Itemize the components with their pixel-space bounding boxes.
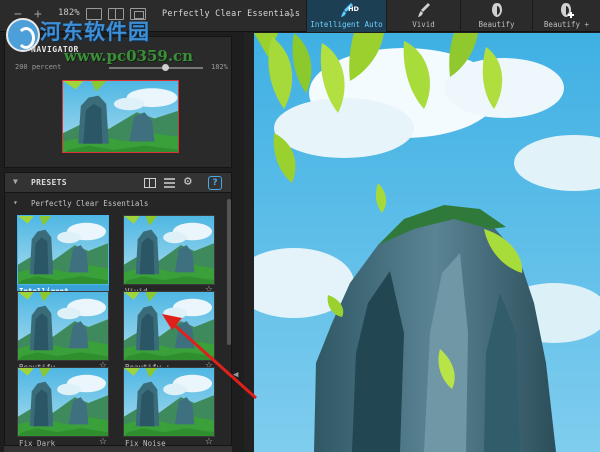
navigator-max-label: 182% (211, 63, 228, 71)
chevron-down-icon[interactable]: ▾ (13, 198, 18, 207)
help-button[interactable]: ? (208, 176, 222, 190)
panel-splitter[interactable] (244, 33, 254, 452)
collapse-triangle-icon[interactable]: ▼ (13, 177, 18, 186)
preset-tile-fix-dark[interactable]: Fix Dark ☆ (17, 367, 109, 450)
presets-header: ▼ PRESETS ⚙ ? (5, 173, 231, 193)
preset-thumbnail (17, 367, 109, 437)
navigator-zoom-slider[interactable] (109, 64, 203, 71)
presets-panel: ▼ PRESETS ⚙ ? ▾ Perfectly Clear Essentia… (4, 172, 232, 448)
gear-icon[interactable]: ⚙ (184, 174, 192, 189)
beautify-button[interactable]: Beautify (460, 0, 532, 32)
current-preset-name[interactable]: Perfectly Clear Essentials (162, 9, 300, 19)
slider-thumb[interactable] (162, 64, 169, 71)
image-preview[interactable] (254, 33, 600, 452)
hd-badge: HD (348, 5, 359, 13)
preset-thumbnail (123, 367, 215, 437)
bottom-panel-strip (4, 446, 232, 452)
preset-thumbnail (17, 215, 109, 285)
vivid-label: Vivid (412, 20, 435, 29)
beautify-plus-label: Beautify + (543, 20, 590, 29)
navigator-min-label: 200 percent (15, 63, 62, 71)
preset-thumbnail (123, 291, 215, 361)
grid-view-icon[interactable] (144, 178, 156, 188)
face-icon (490, 2, 504, 18)
intelligent-auto-label: Intelligent Auto (310, 20, 383, 29)
collapse-left-panel-icon[interactable]: ◀ (233, 370, 238, 380)
presets-scrollbar[interactable] (227, 199, 231, 345)
preset-tile-intelligent-auto[interactable]: Intelligent… (17, 215, 109, 298)
navigator-thumbnail[interactable] (62, 80, 179, 153)
intelligent-auto-button[interactable]: HD Intelligent Auto (306, 0, 386, 32)
beautify-plus-button[interactable]: Beautify + (532, 0, 600, 32)
list-view-icon[interactable] (164, 178, 175, 188)
beautify-label: Beautify (478, 20, 515, 29)
preset-group-row[interactable]: ▾ Perfectly Clear Essentials (5, 197, 231, 211)
face-plus-icon (559, 2, 575, 18)
watermark-title: 河东软件园 (40, 19, 150, 44)
watermark-url: www.pc0359.cn (64, 47, 194, 65)
preset-tile-beautify[interactable]: Beautify ☆ (17, 291, 109, 374)
preset-group-name: Perfectly Clear Essentials (31, 199, 149, 208)
presets-title: PRESETS (31, 178, 67, 187)
brush-icon (417, 2, 431, 18)
preset-tile-beautify-plus[interactable]: Beautify + ☆ (123, 291, 215, 374)
vivid-button[interactable]: Vivid (386, 0, 460, 32)
chevron-down-icon[interactable]: ⌄ (288, 5, 295, 19)
preset-tile-fix-noise[interactable]: Fix Noise ☆ (123, 367, 215, 450)
preset-thumbnail (17, 291, 109, 361)
watermark-logo (6, 18, 40, 52)
preset-tile-vivid[interactable]: Vivid ☆ (123, 215, 215, 298)
preset-thumbnail (123, 215, 215, 285)
